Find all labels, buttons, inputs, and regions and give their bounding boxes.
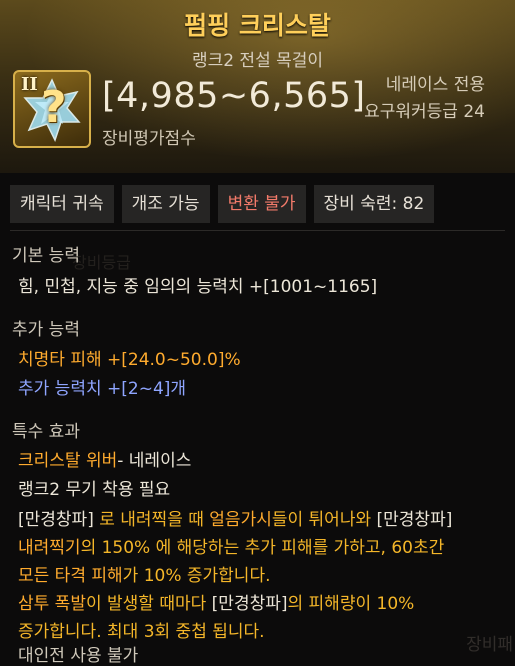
keyword-slam: 내려찍기 xyxy=(18,538,81,558)
desc-text: 들이 튀어나와 xyxy=(271,510,377,530)
effect-desc-line-2: 내려찍기의 150% 에 해당하는 추가 피해를 가하고, 60초간 xyxy=(18,533,444,558)
desc-text: 로 내려찍을 때 xyxy=(93,510,210,530)
effect-name: 크리스탈 위버 xyxy=(18,451,118,471)
special-section-title: 특수 효과 xyxy=(12,422,80,442)
tag-modifiable: 개조 가능 xyxy=(121,185,210,223)
watermark-text: 장비패 xyxy=(466,635,513,655)
skill-name: [만경창파] xyxy=(18,510,94,530)
extra-stat-crit-damage: 치명타 피해 +[24.0~50.0]% xyxy=(18,350,241,370)
desc-text: 의 피해량이 10% xyxy=(287,594,415,614)
keyword-all-hit-damage: 모든 타격 피해 xyxy=(18,566,123,586)
item-title: 펌핑 크리스탈 xyxy=(184,11,331,40)
basic-stat-line: 힘, 민첩, 지능 중 임의의 능력치 +[1001~1165] xyxy=(18,277,378,297)
keyword-ice-spike: 얼음가시 xyxy=(209,510,272,530)
effect-desc-line-1: [만경창파] 로 내려찍을 때 얼음가시들이 튀어나와 [만경창파] xyxy=(18,505,452,530)
effect-desc-line-5: 증가합니다. 최대 3회 중첩 됩니다. xyxy=(18,622,265,642)
effect-requirement: 랭크2 무기 착용 필요 xyxy=(18,480,171,500)
desc-text: 가 10% 증가합니다. xyxy=(122,566,271,586)
item-tags: 캐릭터 귀속 개조 가능 변환 불가 장비 숙련: 82 xyxy=(10,185,435,223)
item-subtitle: 랭크2 전설 목걸이 xyxy=(191,51,324,71)
pvp-restriction: 대인전 사용 불가 xyxy=(18,646,139,666)
gear-score-value: [4,985~6,565] xyxy=(102,76,366,116)
effect-desc-line-4: 삼투 폭발이 발생할 때마다 [만경창파]의 피해량이 10% xyxy=(18,589,414,614)
desc-text: 이 발생할 때마다 xyxy=(85,594,212,614)
desc-text: 의 150% 에 해당하는 추가 피해를 가하고, 60초간 xyxy=(80,538,445,558)
keyword-osmotic-burst: 삼투 폭발 xyxy=(18,594,86,614)
tag-proficiency: 장비 숙련: 82 xyxy=(313,185,435,223)
basic-section-title: 기본 능력 xyxy=(12,246,80,266)
worker-level-requirement: 요구워커등급 24 xyxy=(364,102,485,122)
watermark-text: 장비등급 xyxy=(72,253,131,272)
extra-section-title: 추가 능력 xyxy=(12,320,80,340)
extra-stat-count: 추가 능력치 +[2~4]개 xyxy=(18,379,187,399)
rank-badge: II xyxy=(21,74,38,95)
question-mark-icon: ? xyxy=(41,82,67,133)
divider xyxy=(10,230,505,231)
item-icon-frame: II ? xyxy=(13,70,91,148)
skill-name: [만경창파] xyxy=(376,510,453,530)
tag-bound: 캐릭터 귀속 xyxy=(10,185,114,223)
gear-score-label: 장비평가점수 xyxy=(102,129,196,149)
special-effect-name: 크리스탈 위버- 네레이스 xyxy=(18,446,191,471)
class-restriction: 네레이스 전용 xyxy=(385,75,485,95)
tag-no-conversion: 변환 불가 xyxy=(217,185,306,223)
effect-class: - 네레이스 xyxy=(117,451,192,471)
skill-name: [만경창파] xyxy=(211,594,288,614)
effect-desc-line-3: 모든 타격 피해가 10% 증가합니다. xyxy=(18,561,271,586)
